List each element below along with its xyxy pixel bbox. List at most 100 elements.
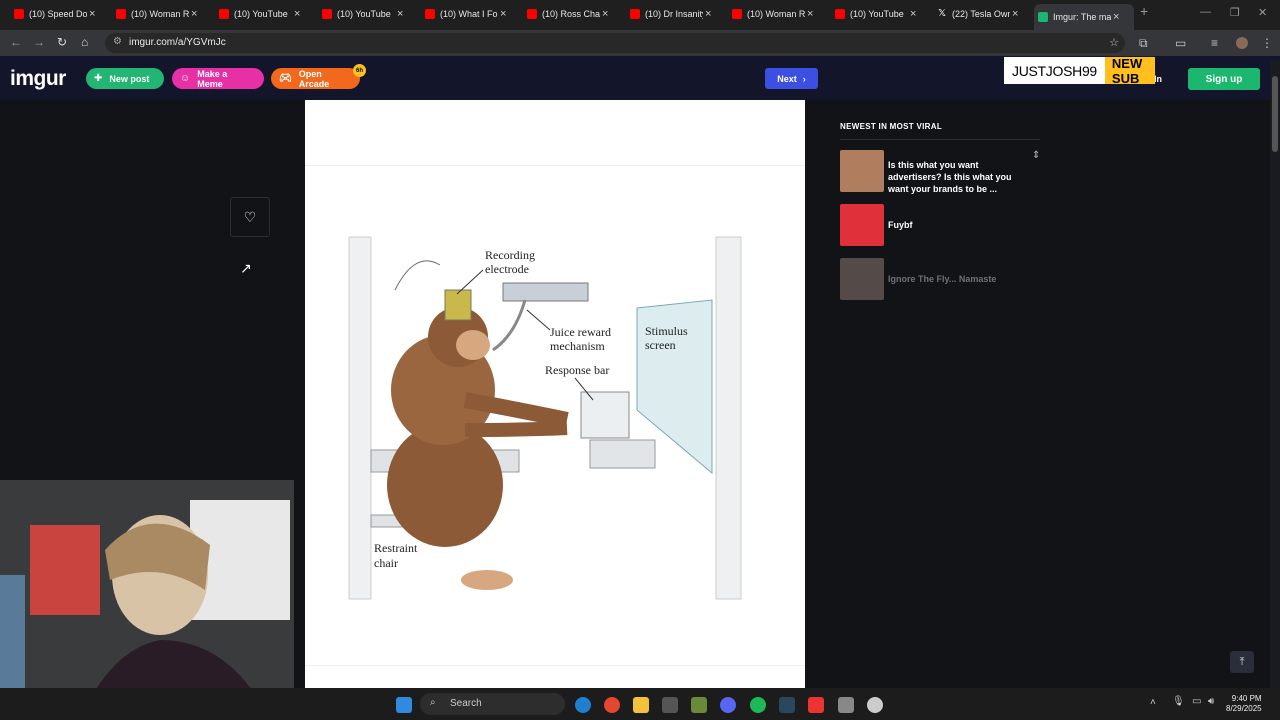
new-tab-button[interactable]: + — [1140, 3, 1148, 19]
label-stimulus-screen-1: Stimulus — [645, 324, 688, 338]
post-thumbnail[interactable] — [840, 150, 884, 192]
youtube-icon — [527, 9, 537, 19]
windows-start-icon[interactable] — [396, 697, 412, 713]
browser-tab[interactable]: (10) Speed Do × — [10, 4, 108, 24]
forward-icon[interactable]: → — [33, 35, 45, 49]
browser-tab[interactable]: (10) YouTube × — [215, 4, 313, 24]
tray-chevron-icon[interactable]: ˄ — [1150, 697, 1156, 708]
close-icon[interactable]: × — [602, 8, 608, 20]
bookmark-star-icon[interactable]: ☆ — [1109, 36, 1119, 49]
file-explorer-icon[interactable] — [633, 697, 649, 713]
monkey-experiment-illustration: Recording electrode Juice reward mechani… — [348, 236, 742, 600]
close-icon[interactable]: × — [294, 8, 300, 20]
address-bar[interactable]: ⚙ imgur.com/a/YGVmJc ☆ — [105, 33, 1125, 53]
mic-icon[interactable]: 🎙︎ — [1172, 696, 1185, 707]
edge-icon[interactable] — [575, 697, 591, 713]
extensions-icon[interactable]: ⧉ — [1139, 36, 1148, 51]
sign-in-link[interactable]: In — [1154, 74, 1162, 84]
browser-tab-bar: (10) Speed Do × (10) Woman Re × (10) YouTu… — [0, 0, 1280, 30]
reload-icon[interactable]: ↻ — [57, 35, 67, 49]
post-title[interactable]: Ignore The Fly... Namaste — [888, 273, 1018, 285]
minimize-icon[interactable]: — — [1200, 6, 1211, 18]
browser-tab[interactable]: (10) Woman Re × — [112, 4, 210, 24]
app-icon[interactable] — [691, 697, 707, 713]
youtube-icon — [219, 9, 229, 19]
app-icon[interactable] — [808, 697, 824, 713]
page-scrollbar[interactable] — [1270, 60, 1280, 688]
post-thumbnail[interactable] — [840, 204, 884, 246]
new-post-button[interactable]: ✚ New post — [86, 68, 164, 89]
browser-tab[interactable]: (10) Dr Insanity × — [626, 4, 724, 24]
browser-tab[interactable]: (10) Woman Re × — [728, 4, 826, 24]
sidebar-heading: NEWEST IN MOST VIRAL — [840, 122, 1040, 140]
imgur-icon — [1038, 12, 1048, 22]
browser-tab[interactable]: (10) What I Fou × — [421, 4, 519, 24]
plus-icon: ✚ — [94, 73, 103, 84]
app-icon[interactable] — [867, 697, 883, 713]
profile-avatar[interactable] — [1236, 37, 1248, 49]
windows-taskbar: ⌕ Search ˄ 🎙︎ ▭ 🔊︎ 9:40 PM 8/29/2025 — [0, 688, 1280, 720]
close-icon[interactable]: × — [1113, 11, 1119, 23]
post-thumbnail[interactable] — [840, 258, 884, 300]
app-icon[interactable] — [662, 697, 678, 713]
label-restraint-chair-2: chair — [374, 556, 398, 570]
browser-tab[interactable]: (10) Ross Chast× — [523, 4, 621, 24]
label-response-bar: Response bar — [545, 363, 609, 377]
make-meme-button[interactable]: ☺ Make a Meme — [172, 68, 264, 89]
label-juice-reward-1: Juice reward — [550, 325, 611, 339]
media-icon[interactable]: ▭ — [1175, 36, 1186, 50]
network-icon[interactable]: ▭ — [1192, 696, 1201, 707]
youtube-icon — [322, 9, 332, 19]
discord-icon[interactable] — [720, 697, 736, 713]
browser-tab-active[interactable]: Imgur: The ma × — [1034, 4, 1134, 30]
close-icon[interactable]: × — [500, 8, 506, 20]
close-icon[interactable]: × — [191, 8, 197, 20]
close-icon[interactable]: × — [397, 8, 403, 20]
scroll-indicator-icon: ⇕ — [1032, 150, 1041, 161]
browser-tab[interactable]: 𝕏 (22) Tesla Own × — [933, 4, 1031, 24]
open-arcade-button[interactable]: 🎮︎ Open Arcade — [271, 68, 360, 89]
browser-tab[interactable]: (10) YouTube × — [318, 4, 416, 24]
maximize-icon[interactable]: ❐ — [1230, 6, 1240, 19]
sign-up-button[interactable]: Sign up — [1188, 68, 1260, 90]
chrome-icon[interactable] — [604, 697, 620, 713]
site-info-icon[interactable]: ⚙ — [113, 36, 122, 47]
back-icon[interactable]: ← — [10, 35, 22, 49]
youtube-icon — [732, 9, 742, 19]
divider — [305, 665, 805, 666]
reading-list-icon[interactable]: ≡ — [1211, 36, 1218, 50]
scroll-to-top-button[interactable]: ⤒ — [1230, 651, 1254, 673]
close-icon[interactable]: × — [89, 8, 95, 20]
steam-icon[interactable] — [779, 697, 795, 713]
home-icon[interactable]: ⌂ — [81, 35, 88, 49]
close-icon[interactable]: × — [1012, 8, 1018, 20]
arcade-badge: 6h — [353, 64, 366, 77]
spotify-icon[interactable] — [750, 697, 766, 713]
imgur-logo[interactable]: imgur — [10, 67, 66, 91]
scrollbar-thumb[interactable] — [1272, 76, 1278, 152]
system-clock[interactable]: 9:40 PM 8/29/2025 — [1226, 694, 1262, 714]
url-text: imgur.com/a/YGVmJc — [129, 37, 226, 48]
viral-post-item[interactable]: Is this what you want advertisers? Is th… — [840, 150, 1040, 204]
share-arrow-icon[interactable]: ↗ — [240, 260, 252, 277]
subscriber-name: JUSTJOSH99 — [1004, 57, 1105, 84]
close-icon[interactable]: × — [705, 8, 711, 20]
label-restraint-chair-1: Restraint — [374, 541, 418, 555]
x-logo-icon: 𝕏 — [937, 8, 947, 19]
settings-icon[interactable] — [838, 697, 854, 713]
close-icon[interactable]: × — [807, 8, 813, 20]
close-icon[interactable]: × — [910, 8, 916, 20]
browser-tab[interactable]: (10) YouTube × — [831, 4, 929, 24]
volume-icon[interactable]: 🔊︎ — [1208, 696, 1214, 707]
post-title[interactable]: Fuybf — [888, 219, 1018, 231]
meme-icon: ☺ — [180, 73, 191, 84]
favorite-button[interactable]: ♡ — [230, 197, 270, 237]
next-post-button[interactable]: Next › — [765, 68, 818, 89]
taskbar-search[interactable]: ⌕ Search — [420, 693, 565, 715]
window-close-icon[interactable]: ✕ — [1258, 6, 1267, 19]
label-recording-electrode-2: electrode — [485, 262, 529, 276]
menu-icon[interactable]: ⋮ — [1261, 36, 1273, 50]
post-title[interactable]: Is this what you want advertisers? Is th… — [888, 159, 1018, 195]
viral-post-item[interactable]: Ignore The Fly... Namaste — [840, 258, 1040, 312]
viral-post-item[interactable]: Fuybf — [840, 204, 1040, 258]
